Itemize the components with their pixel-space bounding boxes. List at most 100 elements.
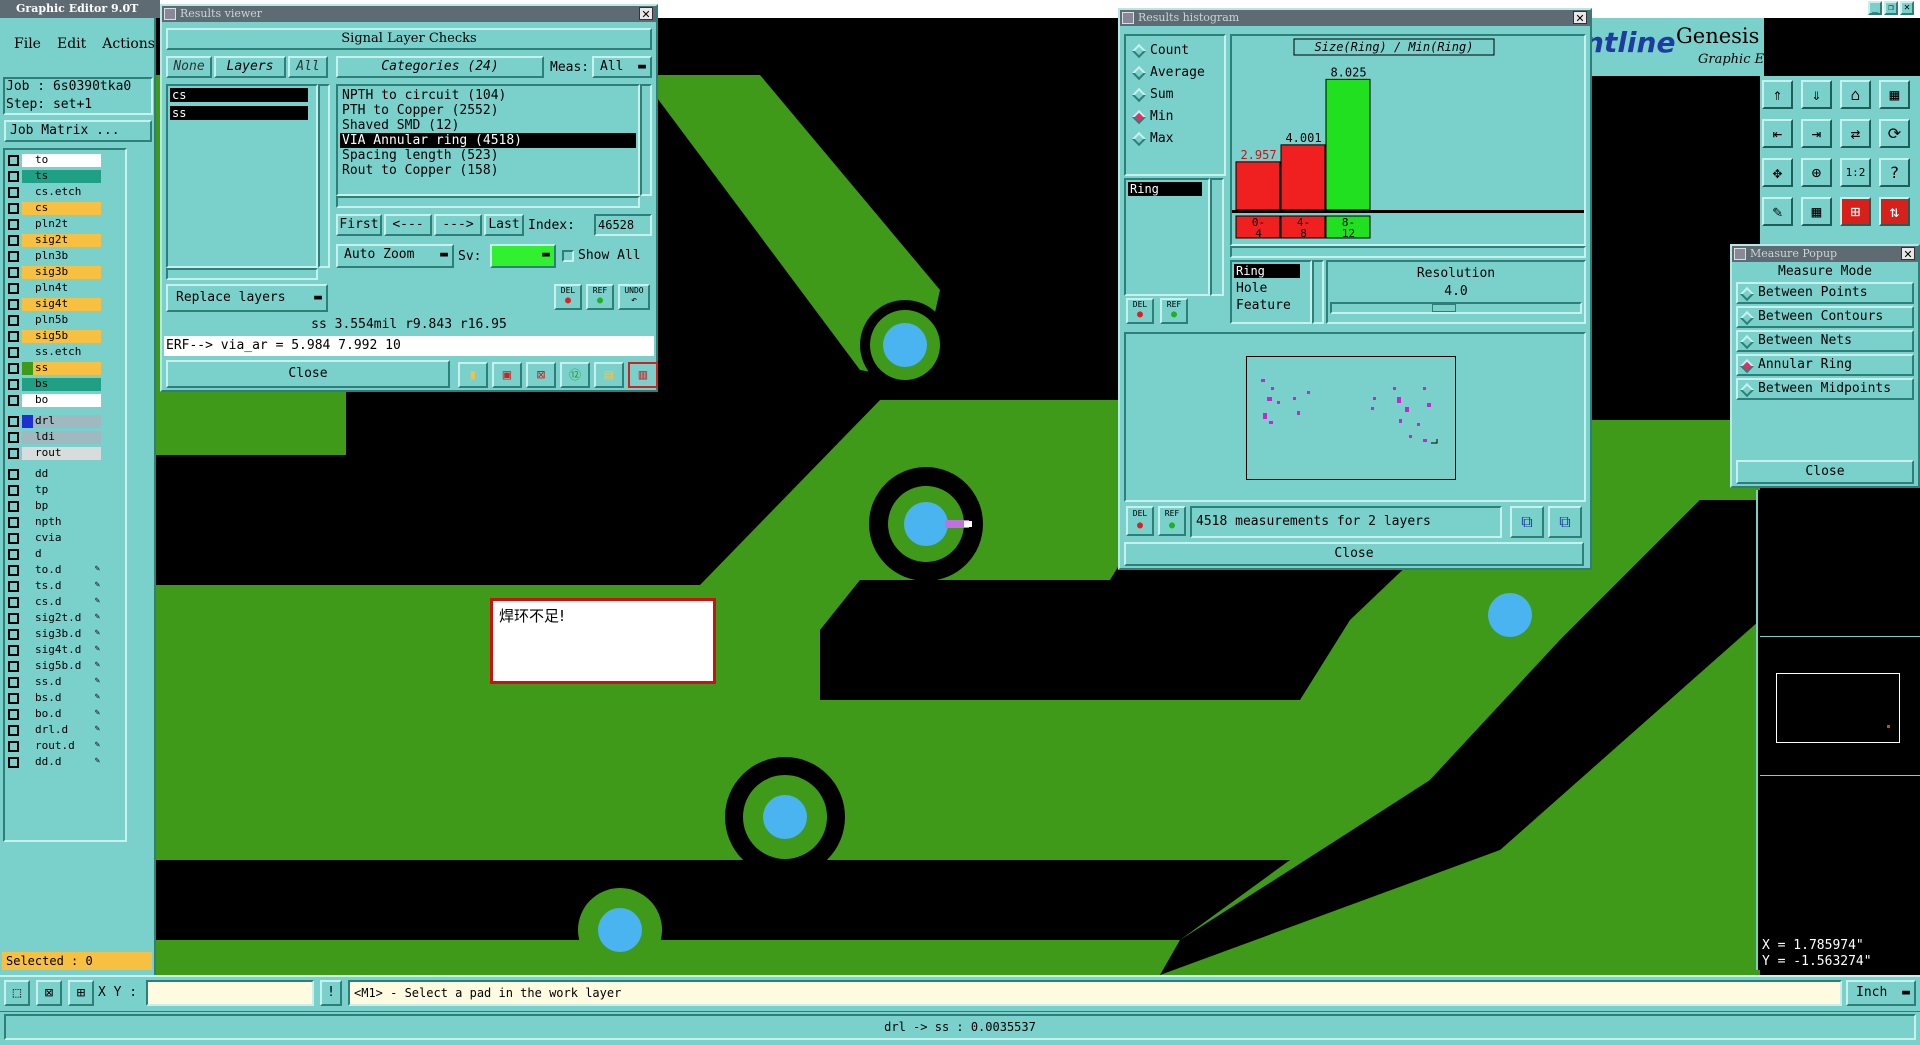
menu-edit[interactable]: Edit [57, 36, 86, 52]
layer-row-15[interactable]: bo [6, 394, 102, 407]
pen-icon[interactable]: ✎ [1762, 197, 1793, 226]
menu-file[interactable]: File [14, 36, 41, 52]
histogram-list-ring[interactable]: Ring [1128, 182, 1202, 196]
close-icon[interactable]: ✕ [1901, 247, 1915, 261]
layer-checkbox[interactable] [8, 203, 19, 214]
histogram-icon[interactable]: ▥ [628, 362, 658, 388]
layer-checkbox[interactable] [8, 283, 19, 294]
all-layers-button[interactable]: All [288, 56, 328, 78]
number-icon[interactable]: ⑫ [560, 362, 590, 388]
layer-row-35[interactable]: drl.d ✎ [6, 724, 102, 737]
layout-icon[interactable]: ▦ [1879, 80, 1910, 109]
resolution-slider[interactable] [1330, 302, 1582, 314]
measure-option-3[interactable]: Annular Ring [1736, 354, 1914, 376]
results-viewer-titlebar[interactable]: Results viewer ✕ [162, 6, 656, 22]
units-select[interactable]: Inch ▬ [1846, 980, 1916, 1006]
job-matrix-button[interactable]: Job Matrix ... [4, 120, 152, 142]
index-input[interactable]: 46528 [594, 214, 652, 236]
layer-checkbox[interactable] [8, 395, 19, 406]
measure-popup-titlebar[interactable]: Measure Popup ✕ [1732, 246, 1918, 262]
layer-row-6[interactable]: pln3b [6, 250, 102, 263]
highlight-icon[interactable]: ▮ [458, 362, 488, 388]
layer-row-33[interactable]: bs.d ✎ [6, 692, 102, 705]
category-item-1[interactable]: PTH to Copper (2552) [340, 103, 636, 118]
layer-row-37[interactable]: dd.d ✎ [6, 756, 102, 769]
layer-checkbox[interactable] [8, 645, 19, 656]
sv-color-select[interactable]: ▬ [490, 244, 556, 268]
category-item-4[interactable]: Spacing length (523) [340, 148, 636, 163]
layer-checkbox[interactable] [8, 331, 19, 342]
results-close-button[interactable]: Close [166, 360, 450, 388]
hist-del2-button[interactable]: DEL ● [1126, 506, 1154, 536]
notes-icon[interactable]: ▤ [594, 362, 624, 388]
layer-checkbox[interactable] [8, 501, 19, 512]
fit-icon[interactable]: ✥ [1762, 158, 1793, 187]
layer-checkbox[interactable] [8, 725, 19, 736]
bar-0[interactable] [1235, 161, 1281, 211]
layer-checkbox[interactable] [8, 347, 19, 358]
layer-checkbox[interactable] [8, 235, 19, 246]
layer-row-10[interactable]: pln5b [6, 314, 102, 327]
none-button[interactable]: None [166, 56, 212, 78]
layer-checkbox[interactable] [8, 363, 19, 374]
categories-button[interactable]: Categories (24) [336, 56, 544, 78]
xy-input[interactable] [146, 980, 314, 1006]
layer-checkbox[interactable] [8, 629, 19, 640]
layer-row-26[interactable]: ts.d ✎ [6, 580, 102, 593]
layer-row-19[interactable]: dd [6, 468, 102, 481]
undo-button[interactable]: UNDO ↶ [618, 284, 650, 310]
layers-button[interactable]: Layers [214, 56, 286, 78]
layer-row-25[interactable]: to.d ✎ [6, 564, 102, 577]
layer-checkbox[interactable] [8, 709, 19, 720]
layer-checkbox[interactable] [8, 485, 19, 496]
chart-scrollbar[interactable] [1230, 246, 1586, 258]
measure-option-0[interactable]: Between Points [1736, 282, 1914, 304]
field-feature[interactable]: Feature [1232, 297, 1310, 314]
export-icon[interactable]: ⇥ [1801, 119, 1832, 148]
field-list[interactable]: Ring Hole Feature [1230, 260, 1312, 324]
result-layer-cs[interactable]: cs [170, 88, 308, 102]
layer-checkbox[interactable] [8, 315, 19, 326]
category-item-0[interactable]: NPTH to circuit (104) [340, 88, 636, 103]
category-item-2[interactable]: Shaved SMD (12) [340, 118, 636, 133]
layer-row-30[interactable]: sig4t.d ✎ [6, 644, 102, 657]
layer-row-32[interactable]: ss.d ✎ [6, 676, 102, 689]
cross-tool-icon[interactable]: ⊠ [36, 980, 62, 1006]
help-icon[interactable]: ? [1879, 158, 1910, 187]
next-button[interactable]: ---> [434, 214, 482, 236]
field-list-scroll[interactable] [1312, 260, 1324, 324]
scatter-preview[interactable] [1246, 356, 1456, 480]
measure-option-4[interactable]: Between Midpoints [1736, 378, 1914, 400]
layer-checkbox[interactable] [8, 171, 19, 182]
last-button[interactable]: Last [484, 214, 524, 236]
meas-select[interactable]: All ▬ [592, 56, 652, 78]
category-scrollbar-h[interactable] [336, 196, 640, 208]
layer-checkbox[interactable] [8, 597, 19, 608]
histogram-titlebar[interactable]: Results histogram ✕ [1120, 10, 1590, 26]
signal-layer-checks-header[interactable]: Signal Layer Checks [166, 28, 652, 50]
layer-row-21[interactable]: bp [6, 500, 102, 513]
layer-row-2[interactable]: cs.etch [6, 186, 102, 199]
histogram-list-scroll[interactable] [1210, 178, 1224, 296]
replace-layers-select[interactable]: Replace layers ▬ [166, 284, 328, 312]
layer-row-34[interactable]: bo.d ✎ [6, 708, 102, 721]
layer-row-31[interactable]: sig5b.d ✎ [6, 660, 102, 673]
layer-row-13[interactable]: ss [6, 362, 102, 375]
layer-row-8[interactable]: pln4t [6, 282, 102, 295]
layer-checkbox[interactable] [8, 741, 19, 752]
layer-row-20[interactable]: tp [6, 484, 102, 497]
info-icon[interactable]: ! [320, 980, 342, 1006]
layer-row-27[interactable]: cs.d ✎ [6, 596, 102, 609]
layer-row-4[interactable]: pln2t [6, 218, 102, 231]
slider-thumb[interactable] [1432, 304, 1456, 312]
ref-button[interactable]: REF ● [586, 284, 614, 310]
category-item-5[interactable]: Rout to Copper (158) [340, 163, 636, 178]
category-item-3[interactable]: VIA Annular ring (4518) [340, 133, 636, 148]
layer-checkbox[interactable] [8, 533, 19, 544]
layer-row-23[interactable]: cvia [6, 532, 102, 545]
category-list[interactable]: NPTH to circuit (104) PTH to Copper (2552… [336, 84, 640, 196]
layer-row-9[interactable]: sig4t [6, 298, 102, 311]
minimize-button[interactable]: _ [1868, 1, 1882, 15]
menu-actions[interactable]: Actions [102, 36, 155, 52]
step-icon[interactable]: ⟳ [1879, 119, 1910, 148]
